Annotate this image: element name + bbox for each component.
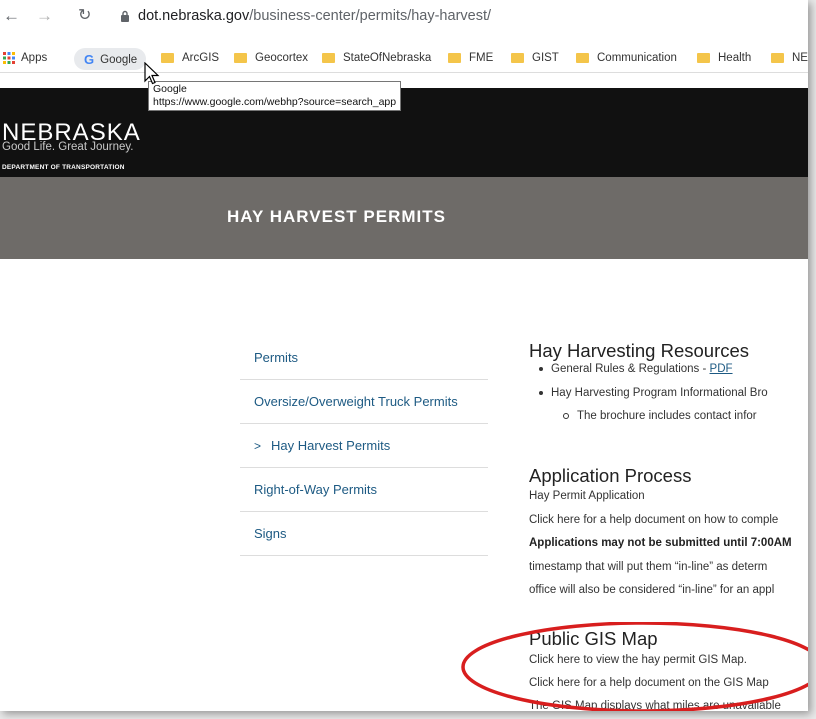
folder-icon [161, 53, 174, 63]
bookmark-communication[interactable]: Communication [576, 52, 677, 64]
bookmark-geocortex[interactable]: Geocortex [234, 52, 308, 64]
side-navigation: Permits Oversize/Overweight Truck Permit… [240, 336, 488, 556]
folder-icon [322, 53, 335, 63]
sidenav-item-label: Permits [254, 350, 299, 365]
mouse-cursor-icon [144, 62, 160, 85]
folder-icon [697, 53, 710, 63]
bullet-circle-icon [563, 412, 569, 419]
application-heading: Application Process [529, 465, 692, 486]
sidenav-item-label: Hay Harvest Permits [271, 438, 391, 453]
bookmark-new[interactable]: NEW [771, 52, 808, 64]
bookmark-label: StateOfNebraska [343, 52, 432, 64]
bullet-icon [539, 366, 543, 371]
sidenav-item-signs[interactable]: Signs [240, 512, 488, 556]
gis-description: The GIS Map displays what miles are unav… [529, 700, 781, 711]
bookmark-stateofnebraska[interactable]: StateOfNebraska [322, 52, 431, 64]
application-text: office will also be considered “in-line”… [529, 584, 775, 596]
bullet-icon [539, 390, 543, 395]
resource-item-brochure: Hay Harvesting Program Informational Bro [539, 387, 768, 399]
folder-icon [576, 53, 589, 63]
bookmark-label: Apps [21, 52, 48, 64]
sidenav-item-right-of-way[interactable]: Right-of-Way Permits [240, 468, 488, 512]
sidenav-item-label: Right-of-Way Permits [254, 482, 378, 497]
browser-window: ← → ↻ dot.nebraska.gov/business-center/p… [0, 0, 808, 711]
bookmark-gist[interactable]: GIST [511, 52, 559, 64]
resource-subitem-text: The brochure includes contact infor [577, 410, 757, 422]
resources-heading: Hay Harvesting Resources [529, 340, 750, 361]
bookmark-health[interactable]: Health [697, 52, 751, 64]
resource-item-text: General Rules & Regulations - [551, 363, 710, 375]
tooltip-url: https://www.google.com/webhp?source=sear… [153, 96, 397, 108]
url-field[interactable]: dot.nebraska.gov/business-center/permits… [138, 8, 491, 24]
gis-heading: Public GIS Map [529, 628, 658, 649]
bookmark-label: Health [718, 52, 752, 64]
bookmark-label: Google [100, 53, 138, 66]
folder-icon [511, 53, 524, 63]
google-icon: G [84, 52, 95, 67]
gis-help-link[interactable]: Click here for a help document on the GI… [529, 677, 769, 689]
sidenav-item-permits[interactable]: Permits [240, 336, 488, 380]
chevron-right-icon: > [254, 438, 262, 453]
url-domain: dot.nebraska.gov [138, 8, 250, 24]
site-logo-dept: DEPARTMENT OF TRANSPORTATION [2, 164, 125, 171]
sidenav-item-label: Signs [254, 526, 287, 541]
bookmark-google[interactable]: G Google [84, 52, 137, 67]
bookmark-tooltip: Google https://www.google.com/webhp?sour… [148, 81, 402, 111]
sidenav-item-oversize-overweight[interactable]: Oversize/Overweight Truck Permits [240, 380, 488, 424]
bookmark-apps[interactable]: Apps [3, 52, 47, 64]
bookmark-label: GIST [532, 52, 559, 64]
tooltip-title: Google [153, 83, 187, 95]
resource-item-text[interactable]: Hay Harvesting Program Informational Bro [551, 387, 768, 399]
resource-subitem: The brochure includes contact infor [563, 410, 757, 422]
gis-map-link[interactable]: Click here to view the hay permit GIS Ma… [529, 654, 747, 666]
application-notice: Applications may not be submitted until … [529, 537, 792, 549]
apps-grid-icon [3, 52, 15, 64]
page-title: HAY HARVEST PERMITS [227, 207, 446, 226]
lock-icon[interactable] [120, 10, 130, 22]
application-help-link[interactable]: Click here for a help document on how to… [529, 514, 778, 526]
address-bar: ← → ↻ dot.nebraska.gov/business-center/p… [0, 0, 808, 32]
folder-icon [234, 53, 247, 63]
bookmark-label: FME [469, 52, 494, 64]
bookmark-label: Communication [597, 52, 677, 64]
site-logo-tagline: Good Life. Great Journey. [2, 141, 134, 153]
folder-icon [771, 53, 784, 63]
bookmark-label: Geocortex [255, 52, 309, 64]
folder-icon [448, 53, 461, 63]
bookmark-label: ArcGIS [182, 52, 220, 64]
bookmark-fme[interactable]: FME [448, 52, 493, 64]
application-text: timestamp that will put them “in-line” a… [529, 561, 768, 573]
hay-permit-application-link[interactable]: Hay Permit Application [529, 490, 645, 502]
bookmark-label: NEW [792, 52, 808, 64]
forward-arrow-icon[interactable]: → [36, 7, 53, 25]
url-path: /business-center/permits/hay-harvest/ [249, 8, 492, 24]
application-notice-bold: Applications may not be submitted until … [529, 537, 792, 549]
resource-item-rules: General Rules & Regulations - PDF [539, 363, 733, 375]
bookmarks-bar: Apps G Google ArcGIS Geocortex StateOfNe… [0, 46, 808, 73]
back-arrow-icon[interactable]: ← [3, 7, 20, 25]
sidenav-item-hay-harvest[interactable]: > Hay Harvest Permits [240, 424, 488, 468]
reload-icon[interactable]: ↻ [78, 7, 91, 25]
bookmark-arcgis[interactable]: ArcGIS [161, 52, 219, 64]
pdf-link[interactable]: PDF [710, 363, 733, 375]
sidenav-item-label: Oversize/Overweight Truck Permits [254, 394, 458, 409]
